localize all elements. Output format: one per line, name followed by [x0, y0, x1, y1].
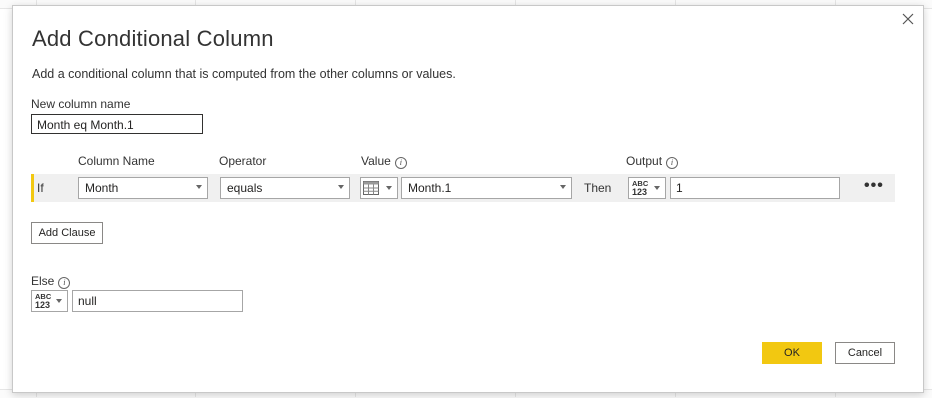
else-value: null [78, 294, 97, 308]
new-column-name-input[interactable]: Month eq Month.1 [31, 114, 203, 134]
value-header-label: Value [361, 154, 391, 168]
value-header: Value i [361, 154, 407, 169]
output-value: 1 [676, 181, 683, 195]
chevron-down-icon [196, 185, 202, 189]
output-info-icon[interactable]: i [666, 157, 679, 169]
output-type-button[interactable]: ABC 123 [628, 177, 666, 199]
chevron-down-icon [56, 299, 62, 303]
output-value-input[interactable]: 1 [670, 177, 840, 199]
else-info-icon[interactable]: i [58, 277, 71, 289]
output-header-label: Output [626, 154, 663, 168]
column-name-dropdown[interactable]: Month [78, 177, 208, 199]
chevron-down-icon [386, 186, 392, 190]
operator-selected: equals [227, 181, 263, 195]
close-icon [902, 13, 914, 25]
operator-header: Operator [219, 154, 267, 168]
operator-dropdown[interactable]: equals [220, 177, 350, 199]
add-clause-button[interactable]: Add Clause [31, 222, 103, 244]
value-type-button[interactable] [360, 177, 398, 199]
more-options-icon[interactable]: ••• [864, 178, 884, 194]
abc-type-icon-bottom: 123 [632, 187, 648, 197]
clause-row: If Month equals Month.1 Then ABC 123 1 •… [31, 174, 895, 202]
value-selected: Month.1 [408, 181, 452, 195]
cancel-button[interactable]: Cancel [835, 342, 895, 364]
add-conditional-column-dialog: Add Conditional Column Add a conditional… [12, 5, 924, 393]
if-label: If [37, 181, 44, 195]
table-icon [363, 181, 379, 195]
chevron-down-icon [654, 186, 660, 190]
dialog-title: Add Conditional Column [32, 26, 274, 51]
else-label-row: Else i [31, 274, 71, 289]
close-button[interactable] [899, 10, 917, 28]
new-column-name-value: Month eq Month.1 [37, 118, 134, 132]
dialog-description: Add a conditional column that is compute… [32, 67, 456, 81]
value-info-icon[interactable]: i [394, 157, 407, 169]
else-label: Else [31, 274, 55, 288]
column-name-header: Column Name [78, 154, 155, 168]
chevron-down-icon [338, 185, 344, 189]
else-type-button[interactable]: ABC 123 [31, 290, 68, 312]
then-label: Then [584, 181, 612, 195]
else-value-input[interactable]: null [72, 290, 243, 312]
abc-type-icon-bottom: 123 [35, 300, 51, 310]
output-header: Output i [626, 154, 679, 169]
clause-accent-bar [31, 174, 34, 202]
new-column-name-label: New column name [31, 97, 131, 111]
column-name-selected: Month [85, 181, 119, 195]
ok-button[interactable]: OK [762, 342, 822, 364]
chevron-down-icon [560, 185, 566, 189]
value-dropdown[interactable]: Month.1 [401, 177, 572, 199]
